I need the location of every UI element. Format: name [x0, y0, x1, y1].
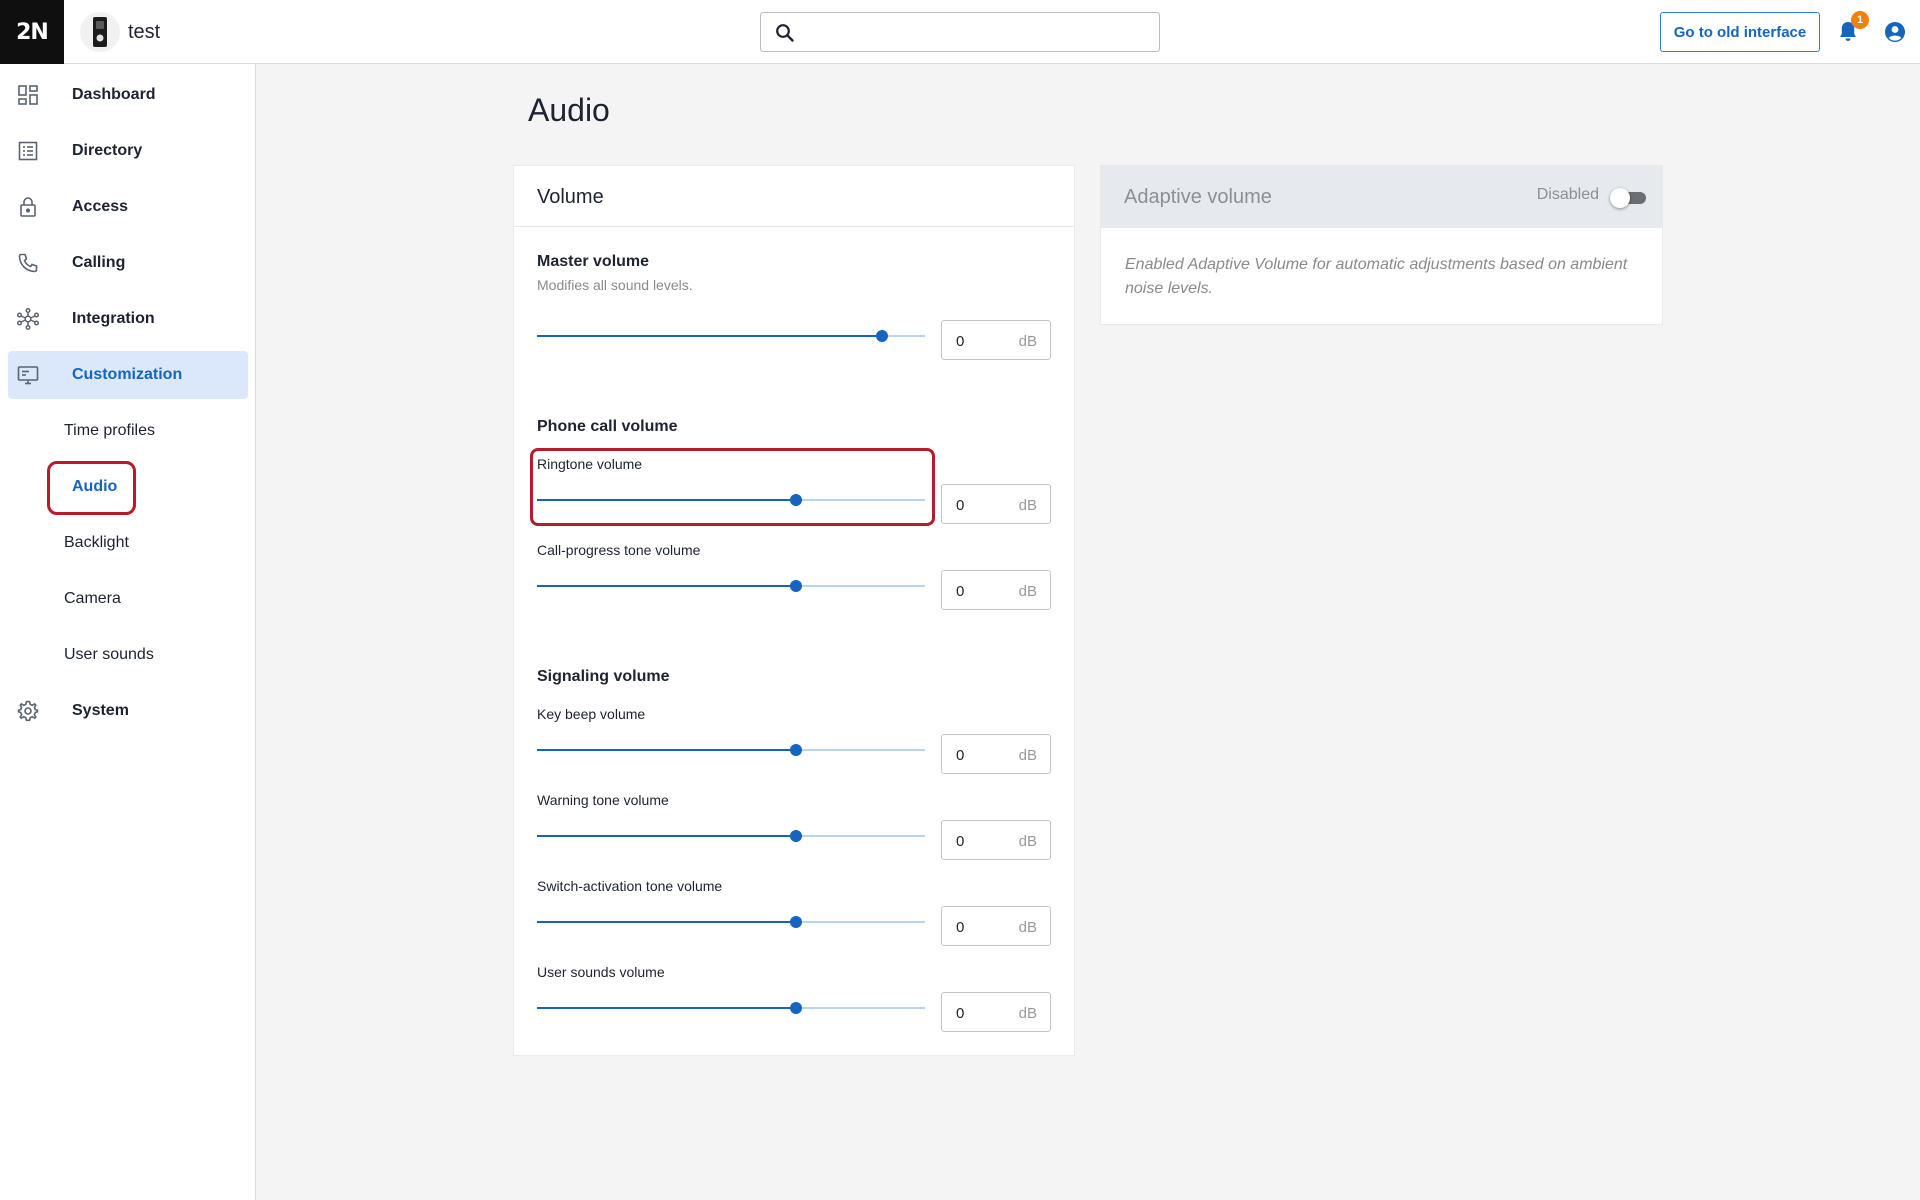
sidebar-subitem-user-sounds[interactable]: User sounds — [64, 646, 154, 664]
input-value: 0 — [956, 833, 965, 850]
user-sounds-volume-label: User sounds volume — [537, 964, 665, 980]
master-volume-slider[interactable] — [537, 328, 925, 344]
sidebar-item-dashboard[interactable]: Dashboard — [8, 71, 248, 119]
key-beep-volume-slider[interactable] — [537, 742, 925, 758]
notification-count-badge: 1 — [1851, 11, 1869, 29]
slider-thumb[interactable] — [876, 330, 889, 342]
input-unit: dB — [1018, 333, 1037, 350]
dashboard-icon — [16, 83, 40, 107]
ringtone-volume-highlight — [530, 448, 935, 526]
sidebar-subitem-time-profiles[interactable]: Time profiles — [64, 422, 155, 440]
master-volume-input[interactable]: 0 dB — [941, 320, 1051, 360]
device-selector[interactable]: test — [80, 12, 160, 52]
sidebar-item-label: Customization — [72, 366, 183, 383]
lock-icon — [16, 195, 40, 219]
page-title: Audio — [528, 92, 610, 128]
slider-thumb[interactable] — [789, 1002, 802, 1014]
input-value: 0 — [956, 497, 965, 514]
sidebar-item-label: Directory — [72, 142, 143, 159]
input-value: 0 — [956, 333, 965, 350]
slider-thumb[interactable] — [789, 830, 802, 842]
monitor-icon — [16, 363, 40, 387]
sidebar-item-label: Calling — [72, 254, 126, 271]
master-volume-hint: Modifies all sound levels. — [537, 277, 693, 293]
master-volume-title: Master volume — [537, 253, 650, 270]
key-beep-volume-label: Key beep volume — [537, 706, 646, 722]
slider-thumb[interactable] — [789, 916, 802, 928]
input-unit: dB — [1018, 1005, 1037, 1022]
sidebar-item-integration[interactable]: Integration — [8, 295, 248, 343]
input-unit: dB — [1018, 497, 1037, 514]
intercom-device-icon — [80, 12, 120, 52]
input-value: 0 — [956, 1005, 965, 1022]
switch-activation-volume-slider[interactable] — [537, 914, 925, 930]
search-input[interactable] — [760, 12, 1160, 52]
volume-card-title: Volume — [514, 166, 1074, 227]
integration-icon — [16, 307, 40, 331]
user-sounds-volume-input[interactable]: 0 dB — [941, 992, 1051, 1032]
brand-logo[interactable]: 2N — [0, 0, 64, 64]
search-icon — [775, 23, 795, 48]
input-unit: dB — [1018, 919, 1037, 936]
audio-nav-highlight — [47, 461, 136, 515]
warning-tone-volume-input[interactable]: 0 dB — [941, 820, 1051, 860]
adaptive-volume-header: Adaptive volume Disabled — [1101, 166, 1662, 228]
sidebar-nav: Dashboard Directory Access Calling Integ… — [0, 64, 256, 1200]
sidebar-item-directory[interactable]: Directory — [8, 127, 248, 175]
sidebar-item-label: Access — [72, 198, 129, 215]
phone-icon — [16, 251, 40, 275]
input-unit: dB — [1018, 583, 1037, 600]
signaling-volume-title: Signaling volume — [537, 668, 670, 685]
input-value: 0 — [956, 583, 965, 600]
switch-activation-volume-label: Switch-activation tone volume — [537, 878, 723, 894]
input-value: 0 — [956, 747, 965, 764]
directory-icon — [16, 139, 40, 163]
adaptive-volume-title: Adaptive volume — [1124, 185, 1272, 208]
sidebar-item-label: System — [72, 702, 129, 719]
warning-tone-volume-slider[interactable] — [537, 828, 925, 844]
sidebar-item-system[interactable]: System — [8, 687, 248, 735]
slider-thumb[interactable] — [789, 744, 802, 756]
sidebar-item-customization[interactable]: Customization — [8, 351, 248, 399]
go-to-old-interface-button[interactable]: Go to old interface — [1660, 12, 1820, 52]
sidebar-subitem-backlight[interactable]: Backlight — [64, 534, 129, 552]
user-account-icon[interactable] — [1884, 21, 1906, 48]
adaptive-volume-state: Disabled — [1536, 186, 1599, 203]
sidebar-item-label: Integration — [72, 310, 155, 327]
volume-card: Volume Master volume Modifies all sound … — [513, 165, 1075, 1056]
sidebar-subitem-camera[interactable]: Camera — [64, 590, 121, 608]
phone-call-volume-title: Phone call volume — [537, 418, 678, 435]
slider-thumb[interactable] — [789, 580, 802, 592]
call-progress-volume-input[interactable]: 0 dB — [941, 570, 1051, 610]
user-sounds-volume-slider[interactable] — [537, 1000, 925, 1016]
call-progress-volume-slider[interactable] — [537, 578, 925, 594]
adaptive-volume-toggle[interactable] — [1610, 188, 1646, 208]
gear-icon — [16, 699, 40, 723]
switch-activation-volume-input[interactable]: 0 dB — [941, 906, 1051, 946]
adaptive-volume-description: Enabled Adaptive Volume for automatic ad… — [1125, 256, 1628, 297]
sidebar-item-label: Dashboard — [72, 86, 156, 103]
input-unit: dB — [1018, 747, 1037, 764]
input-unit: dB — [1018, 833, 1037, 850]
device-name: test — [128, 20, 161, 43]
adaptive-volume-card: Adaptive volume Disabled Enabled Adaptiv… — [1100, 165, 1663, 325]
ringtone-volume-input[interactable]: 0 dB — [941, 484, 1051, 524]
key-beep-volume-input[interactable]: 0 dB — [941, 734, 1051, 774]
input-value: 0 — [956, 919, 965, 936]
sidebar-item-access[interactable]: Access — [8, 183, 248, 231]
call-progress-volume-label: Call-progress tone volume — [537, 542, 701, 558]
warning-tone-volume-label: Warning tone volume — [537, 792, 669, 808]
top-header: 2N test Go to old interface 1 — [0, 0, 1920, 64]
sidebar-item-calling[interactable]: Calling — [8, 239, 248, 287]
